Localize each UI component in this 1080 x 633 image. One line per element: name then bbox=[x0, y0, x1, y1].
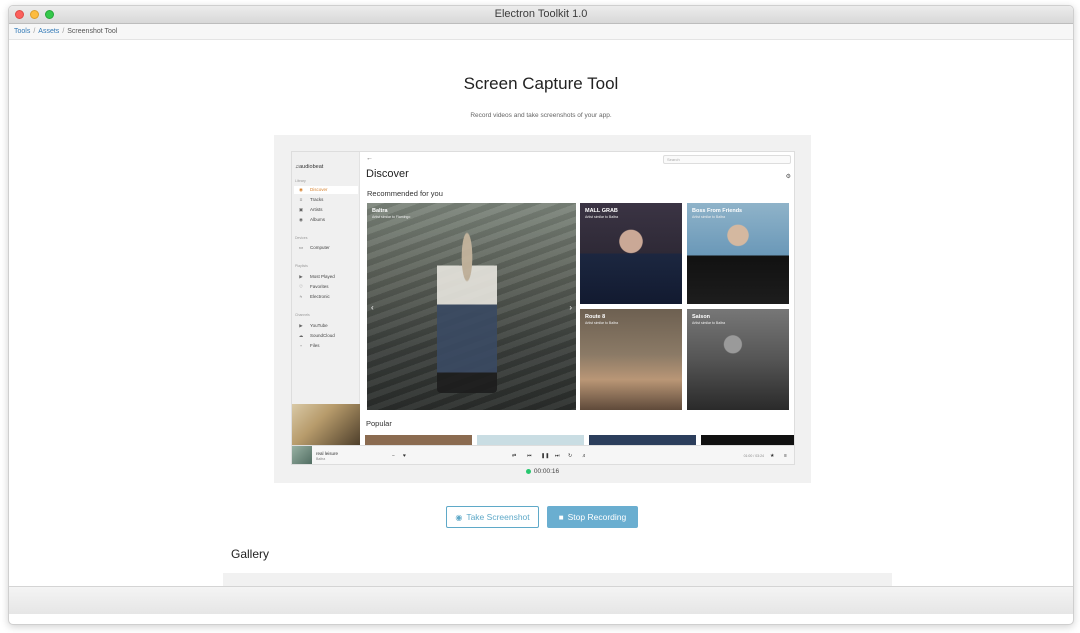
player-artwork bbox=[292, 446, 312, 464]
card-subtitle: Artist similar to Baltra bbox=[585, 321, 619, 325]
recording-status: 00:00:16 bbox=[274, 468, 811, 475]
minus-icon[interactable]: − bbox=[392, 453, 395, 459]
artist-card[interactable]: MALL GRAB Artist similar to Baltra bbox=[580, 203, 682, 304]
youtube-icon: ▶ bbox=[299, 323, 303, 328]
popular-item[interactable] bbox=[701, 435, 794, 445]
player-artist: Baltra bbox=[316, 457, 326, 461]
artist-card[interactable]: Route 8 Artist similar to Baltra bbox=[580, 309, 682, 410]
recording-dot-icon bbox=[525, 468, 531, 474]
breadcrumb-link-tools[interactable]: Tools bbox=[14, 28, 30, 35]
take-screenshot-label: Take Screenshot bbox=[466, 512, 530, 522]
preview-app-screen: ♫audiobeat Library ◉ Discover ≡ Tracks ▣ Ar… bbox=[291, 151, 795, 465]
breadcrumb: Tools / Assets / Screenshot Tool bbox=[9, 24, 1073, 40]
card-subtitle: Artist similar to Baltra bbox=[692, 321, 726, 325]
card-title: Saison bbox=[692, 314, 711, 320]
preview-player-bar: real leisure Baltra − ♥ ⇄ ⏮ ❚❚ ⏭ ↻ ♬ 01:… bbox=[292, 445, 794, 464]
card-subtitle: Artist similar to Baltra bbox=[692, 215, 726, 219]
gear-icon[interactable]: ⚙ bbox=[786, 173, 791, 180]
card-title: Boss From Friends bbox=[692, 208, 743, 214]
bottom-bar bbox=[9, 586, 1073, 614]
card-subtitle: Artist similar to Flamingo bbox=[372, 215, 411, 219]
player-track-title: real leisure bbox=[316, 451, 339, 456]
sidebar-item-electronic[interactable]: ≈ Electronic bbox=[294, 293, 358, 301]
preview-app-logo: ♫audiobeat bbox=[295, 164, 324, 170]
breadcrumb-link-assets[interactable]: Assets bbox=[38, 28, 59, 35]
sidebar-item-files[interactable]: ▫ Files bbox=[294, 342, 358, 350]
sidebar-section-playlists: Playlists bbox=[295, 264, 308, 268]
sidebar-section-devices: Devices bbox=[295, 236, 308, 240]
sidebar-item-tracks[interactable]: ≡ Tracks bbox=[294, 196, 358, 204]
card-title: MALL GRAB bbox=[585, 208, 618, 214]
preview-search-input[interactable]: Search bbox=[663, 155, 791, 164]
compass-icon: ◉ bbox=[299, 187, 303, 192]
breadcrumb-current: Screenshot Tool bbox=[67, 28, 118, 35]
sidebar-item-computer[interactable]: ▭ Computer bbox=[294, 244, 358, 252]
heart-icon: ♡ bbox=[298, 284, 304, 289]
sidebar-item-soundcloud[interactable]: ☁ SoundCloud bbox=[294, 332, 358, 340]
chevron-right-icon[interactable]: › bbox=[569, 303, 572, 312]
pause-icon[interactable]: ❚❚ bbox=[541, 453, 549, 459]
heart-icon[interactable]: ♥ bbox=[403, 453, 406, 459]
video-camera-icon: ■ bbox=[558, 513, 564, 522]
app-window: Electron Toolkit 1.0 Tools / Assets / Screen… bbox=[8, 5, 1074, 625]
preview-sidebar: ♫audiobeat Library ◉ Discover ≡ Tracks ▣ Ar… bbox=[292, 152, 360, 445]
featured-artist-card[interactable]: Baltra Artist similar to Flamingo ‹ › bbox=[367, 203, 576, 410]
popular-item[interactable] bbox=[477, 435, 584, 445]
laptop-icon: ▭ bbox=[298, 245, 304, 250]
artist-card[interactable]: Boss From Friends Artist similar to Balt… bbox=[687, 203, 789, 304]
sidebar-item-discover[interactable]: ◉ Discover bbox=[294, 186, 358, 194]
gallery-heading: Gallery bbox=[231, 547, 270, 561]
card-title: Baltra bbox=[372, 208, 388, 214]
shuffle-icon[interactable]: ⇄ bbox=[512, 453, 516, 459]
sidebar-item-artists[interactable]: ▣ Artists bbox=[294, 206, 358, 214]
recording-preview: ♫audiobeat Library ◉ Discover ≡ Tracks ▣ Ar… bbox=[274, 135, 811, 483]
page-title: Screen Capture Tool bbox=[463, 74, 619, 93]
sidebar-section-channels: Channels bbox=[295, 313, 310, 317]
popular-heading: Popular bbox=[366, 419, 392, 428]
folder-icon: ▫ bbox=[300, 343, 302, 348]
take-screenshot-button[interactable]: ◉ Take Screenshot bbox=[446, 506, 539, 528]
sidebar-section-library: Library bbox=[295, 179, 306, 183]
recommended-heading: Recommended for you bbox=[367, 189, 443, 198]
breadcrumb-separator: / bbox=[33, 28, 36, 35]
play-circle-icon: ▶ bbox=[299, 274, 303, 279]
window-title: Electron Toolkit 1.0 bbox=[494, 8, 588, 20]
stop-recording-label: Stop Recording bbox=[567, 512, 627, 522]
back-arrow-icon[interactable]: ← bbox=[366, 155, 373, 162]
sidebar-item-most-played[interactable]: ▶ Most Played bbox=[294, 273, 358, 281]
list-icon: ≡ bbox=[299, 197, 303, 202]
sliders-icon: ≈ bbox=[299, 294, 303, 299]
preview-main: ← Search Discover ⚙ Recommended for you … bbox=[361, 152, 794, 445]
card-subtitle: Artist similar to Baltra bbox=[585, 215, 619, 219]
chevron-left-icon[interactable]: ‹ bbox=[371, 303, 374, 312]
recording-timer: 00:00:16 bbox=[533, 468, 560, 475]
sidebar-item-favorites[interactable]: ♡ Favorites bbox=[294, 283, 358, 291]
breadcrumb-separator: / bbox=[62, 28, 65, 35]
sidebar-item-albums[interactable]: ◉ Albums bbox=[294, 216, 358, 224]
menu-icon[interactable]: ≡ bbox=[784, 453, 787, 459]
page-subtitle: Record videos and take screenshots of yo… bbox=[470, 112, 612, 119]
next-icon[interactable]: ⏭ bbox=[555, 453, 560, 459]
card-photo-subject bbox=[437, 223, 497, 393]
popular-item[interactable] bbox=[589, 435, 696, 445]
soundcloud-icon: ☁ bbox=[298, 333, 304, 338]
main-content: Screen Capture Tool Record videos and ta… bbox=[9, 40, 1073, 614]
star-icon[interactable]: ★ bbox=[770, 453, 774, 459]
title-bar[interactable]: Electron Toolkit 1.0 bbox=[9, 6, 1073, 24]
artist-icon: ▣ bbox=[298, 207, 304, 212]
preview-heading: Discover bbox=[366, 168, 409, 180]
album-icon: ◉ bbox=[299, 217, 303, 222]
artist-card[interactable]: Saison Artist similar to Baltra bbox=[687, 309, 789, 410]
previous-icon[interactable]: ⏮ bbox=[527, 453, 532, 459]
camera-icon: ◉ bbox=[455, 513, 463, 522]
repeat-icon[interactable]: ↻ bbox=[568, 453, 572, 459]
popular-item[interactable] bbox=[365, 435, 472, 445]
card-title: Route 8 bbox=[585, 314, 606, 320]
volume-icon[interactable]: ♬ bbox=[582, 453, 587, 459]
now-playing-artwork bbox=[292, 404, 360, 445]
sidebar-item-youtube[interactable]: ▶ YouTube bbox=[294, 322, 358, 330]
stop-recording-button[interactable]: ■ Stop Recording bbox=[547, 506, 638, 528]
player-time: 01:00 / 03:24 bbox=[743, 454, 764, 458]
